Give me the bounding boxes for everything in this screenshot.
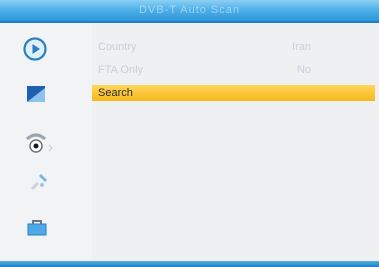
sidebar [0, 23, 92, 261]
menu-panel: Country Iran FTA Only No Search [92, 23, 379, 261]
lock-icon[interactable] [27, 218, 47, 241]
menu-row-value: No [296, 64, 311, 76]
title-bar: DVB-T Auto Scan [0, 0, 379, 23]
bottom-bar [0, 261, 379, 267]
menu-row-search[interactable]: Search [92, 85, 375, 101]
play-icon[interactable] [23, 37, 47, 66]
window-title: DVB-T Auto Scan [138, 4, 240, 16]
menu-row-fta-only[interactable]: FTA Only No [92, 62, 375, 78]
menu-row-label: Search [98, 87, 133, 99]
menu-row-label: Country [98, 41, 137, 53]
menu-row-country[interactable]: Country Iran [92, 39, 375, 55]
picture-icon[interactable] [26, 85, 46, 108]
menu-row-value: Iran [292, 41, 311, 53]
menu-row-label: FTA Only [98, 64, 144, 76]
satellite-dish-icon[interactable] [24, 131, 54, 160]
tools-icon[interactable] [28, 171, 50, 198]
